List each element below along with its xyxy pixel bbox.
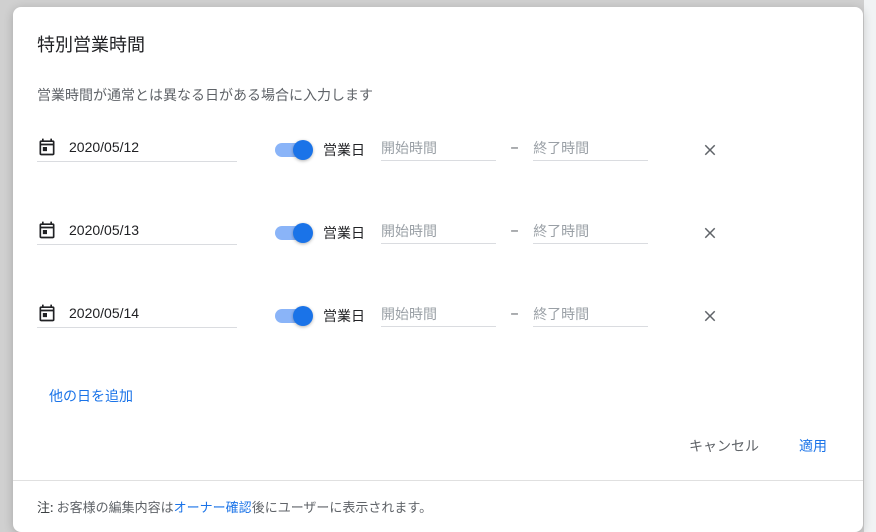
calendar-icon	[37, 137, 57, 157]
open-toggle[interactable]	[275, 223, 311, 243]
add-day-link[interactable]: 他の日を追加	[49, 386, 133, 406]
footer-text-before: お客様の編集内容は	[53, 501, 173, 516]
footer-prefix: 注:	[37, 501, 53, 516]
open-toggle[interactable]	[275, 140, 311, 160]
special-hours-dialog: 特別営業時間 営業時間が通常とは異なる日がある場合に入力します 営業日	[13, 7, 863, 532]
toggle-label: 営業日	[323, 306, 365, 326]
date-input[interactable]	[69, 305, 237, 321]
dialog-content: 特別営業時間 営業時間が通常とは異なる日がある場合に入力します 営業日	[13, 7, 863, 416]
footer-text-after: 後にユーザーに表示されます。	[252, 501, 432, 516]
toggle-label: 営業日	[323, 140, 365, 160]
time-fields: –	[381, 304, 648, 327]
start-time-input[interactable]	[381, 221, 496, 244]
date-field[interactable]	[37, 303, 237, 328]
time-dash: –	[510, 307, 519, 327]
owner-verification-link[interactable]: オーナー確認	[174, 501, 252, 516]
open-toggle-wrap: 営業日	[275, 140, 365, 160]
time-fields: –	[381, 221, 648, 244]
start-time-input[interactable]	[381, 304, 496, 327]
date-row: 営業日 –	[37, 220, 839, 245]
end-time-input[interactable]	[533, 304, 648, 327]
date-input[interactable]	[69, 222, 237, 238]
cancel-button[interactable]: キャンセル	[681, 428, 767, 464]
date-rows: 営業日 –	[37, 137, 839, 328]
time-dash: –	[510, 141, 519, 161]
remove-row-button[interactable]	[698, 221, 722, 245]
time-dash: –	[510, 224, 519, 244]
dialog-subtitle: 営業時間が通常とは異なる日がある場合に入力します	[37, 85, 839, 105]
open-toggle-wrap: 営業日	[275, 223, 365, 243]
date-field[interactable]	[37, 220, 237, 245]
dialog-title: 特別営業時間	[37, 31, 839, 57]
date-row: 営業日 –	[37, 137, 839, 162]
close-icon	[701, 224, 719, 242]
toggle-label: 営業日	[323, 223, 365, 243]
date-input[interactable]	[69, 139, 237, 155]
apply-button[interactable]: 適用	[791, 428, 835, 464]
open-toggle-wrap: 営業日	[275, 306, 365, 326]
close-icon	[701, 307, 719, 325]
end-time-input[interactable]	[533, 221, 648, 244]
remove-row-button[interactable]	[698, 304, 722, 328]
calendar-icon	[37, 303, 57, 323]
open-toggle[interactable]	[275, 306, 311, 326]
time-fields: –	[381, 138, 648, 161]
date-row: 営業日 –	[37, 303, 839, 328]
calendar-icon	[37, 220, 57, 240]
date-field[interactable]	[37, 137, 237, 162]
dialog-footer: 注: お客様の編集内容はオーナー確認後にユーザーに表示されます。	[13, 480, 863, 532]
end-time-input[interactable]	[533, 138, 648, 161]
remove-row-button[interactable]	[698, 138, 722, 162]
dialog-actions: キャンセル 適用	[13, 416, 863, 480]
close-icon	[701, 141, 719, 159]
start-time-input[interactable]	[381, 138, 496, 161]
